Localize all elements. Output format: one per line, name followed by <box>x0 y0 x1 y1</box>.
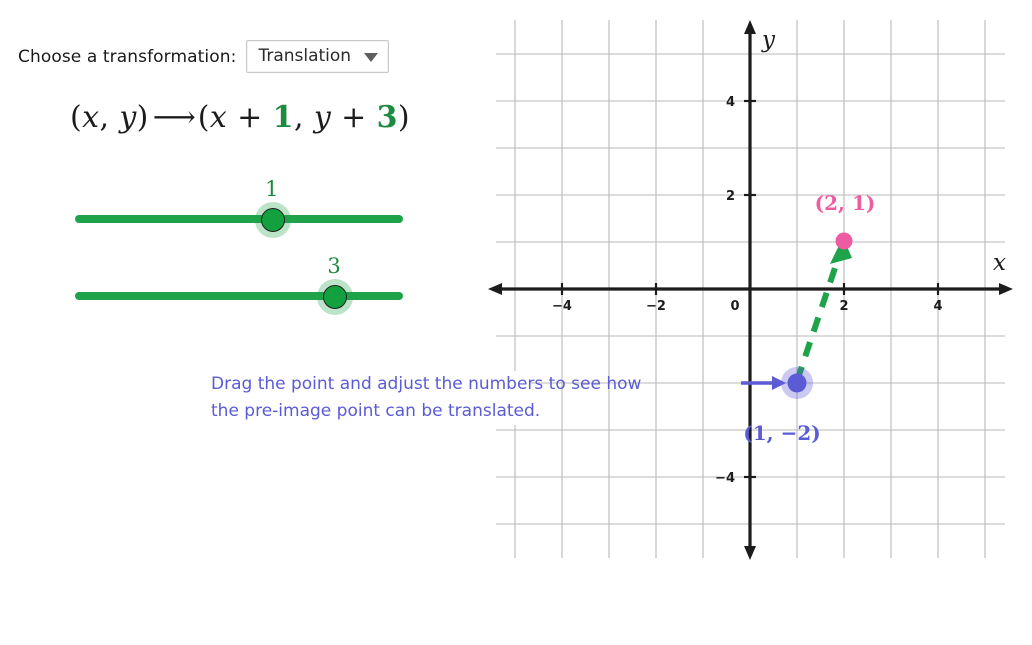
formula-y: y <box>119 100 137 135</box>
y-tick-label-2: 2 <box>726 189 735 204</box>
x-tick-label-2: 2 <box>839 299 848 314</box>
transformation-dropdown-value: Translation <box>258 46 352 66</box>
formula-close-paren-2: ) <box>397 100 410 135</box>
x-slider-value-label: 1 <box>265 177 279 201</box>
x-tick-label--4: −4 <box>552 299 572 314</box>
x-axis-label: x <box>993 250 1006 276</box>
instruction-line-1: Drag the point and adjust the numbers to… <box>211 374 642 394</box>
pre-image-point-label: (1, −2) <box>743 421 820 445</box>
x-slider-track[interactable] <box>75 215 403 223</box>
y-axis-label: y <box>761 27 776 53</box>
chooser-label: Choose a transformation: <box>18 46 237 67</box>
chevron-down-icon <box>364 52 379 62</box>
origin-label: 0 <box>730 299 739 314</box>
pre-image-point[interactable] <box>781 367 813 399</box>
formula-plus-2: + <box>331 100 377 135</box>
transformation-chooser-row: Choose a transformation: Translation <box>18 40 390 73</box>
x-translation-slider[interactable]: 1 <box>75 177 403 232</box>
y-slider-track[interactable] <box>75 292 403 300</box>
formula-y-2: y <box>313 100 332 135</box>
x-tick-label--2: −2 <box>646 299 666 314</box>
formula-plus-1: + <box>227 100 273 135</box>
y-tick-label--4: −4 <box>715 471 735 486</box>
y-slider-knob[interactable] <box>323 285 348 309</box>
transformation-formula: (x, y) ⟶ (x + 1, y + 3) <box>70 100 410 135</box>
transformation-dropdown[interactable]: Translation <box>246 40 390 73</box>
formula-x: x <box>82 100 100 135</box>
formula-comma-1: , <box>99 100 120 135</box>
instruction-pointer-arrow <box>741 376 786 390</box>
formula-close-paren-1: ) <box>136 100 149 135</box>
formula-x-2: x <box>209 100 228 135</box>
formula-open-paren: ( <box>70 100 83 135</box>
formula-open-paren-2: ( <box>197 100 210 135</box>
maps-to-arrow-icon: ⟶ <box>152 100 196 135</box>
image-point <box>835 232 853 250</box>
formula-dx-value: 1 <box>272 100 294 135</box>
y-translation-slider[interactable]: 3 <box>75 254 403 309</box>
formula-dy-value: 3 <box>376 100 398 135</box>
y-tick-label-4: 4 <box>726 95 735 110</box>
x-slider-knob[interactable] <box>260 208 285 232</box>
instruction-text: Drag the point and adjust the numbers to… <box>211 371 642 425</box>
x-tick-label-4: 4 <box>933 299 942 314</box>
instruction-line-2: the pre-image point can be translated. <box>211 401 541 421</box>
image-point-label: (2, 1) <box>815 191 876 215</box>
y-slider-value-label: 3 <box>327 254 341 278</box>
formula-comma-2: , <box>293 100 314 135</box>
